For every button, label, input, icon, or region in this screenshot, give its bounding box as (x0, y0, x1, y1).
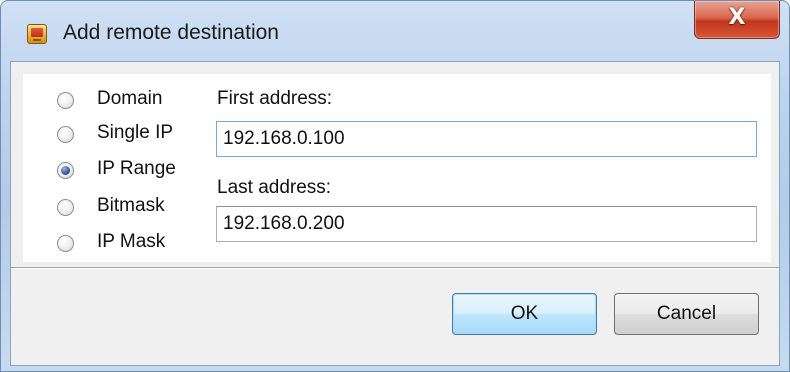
first-address-label: First address: (217, 88, 333, 109)
divider (11, 267, 779, 269)
cancel-button[interactable]: Cancel (614, 293, 759, 335)
radio-button[interactable] (57, 235, 74, 252)
window-title: Add remote destination (63, 21, 279, 44)
radio-label: IP Range (97, 158, 176, 179)
radio-button-selected[interactable] (57, 162, 74, 179)
radio-label: IP Mask (97, 231, 166, 252)
title-bar[interactable]: Add remote destination X (1, 1, 789, 65)
radio-button[interactable] (57, 92, 74, 109)
radio-label: Domain (97, 88, 163, 109)
remote-destination-icon (27, 24, 47, 44)
close-icon: X (728, 5, 746, 30)
radio-button[interactable] (57, 126, 74, 143)
last-address-label: Last address: (217, 177, 332, 198)
ok-button[interactable]: OK (452, 293, 597, 335)
first-address-input[interactable] (216, 121, 757, 157)
dialog-window: Add remote destination X Domain Single I… (0, 0, 790, 372)
last-address-input[interactable] (216, 206, 757, 242)
radio-label: Bitmask (97, 195, 165, 216)
radio-label: Single IP (97, 122, 174, 143)
radio-button[interactable] (57, 199, 74, 216)
close-button[interactable]: X (694, 1, 780, 39)
